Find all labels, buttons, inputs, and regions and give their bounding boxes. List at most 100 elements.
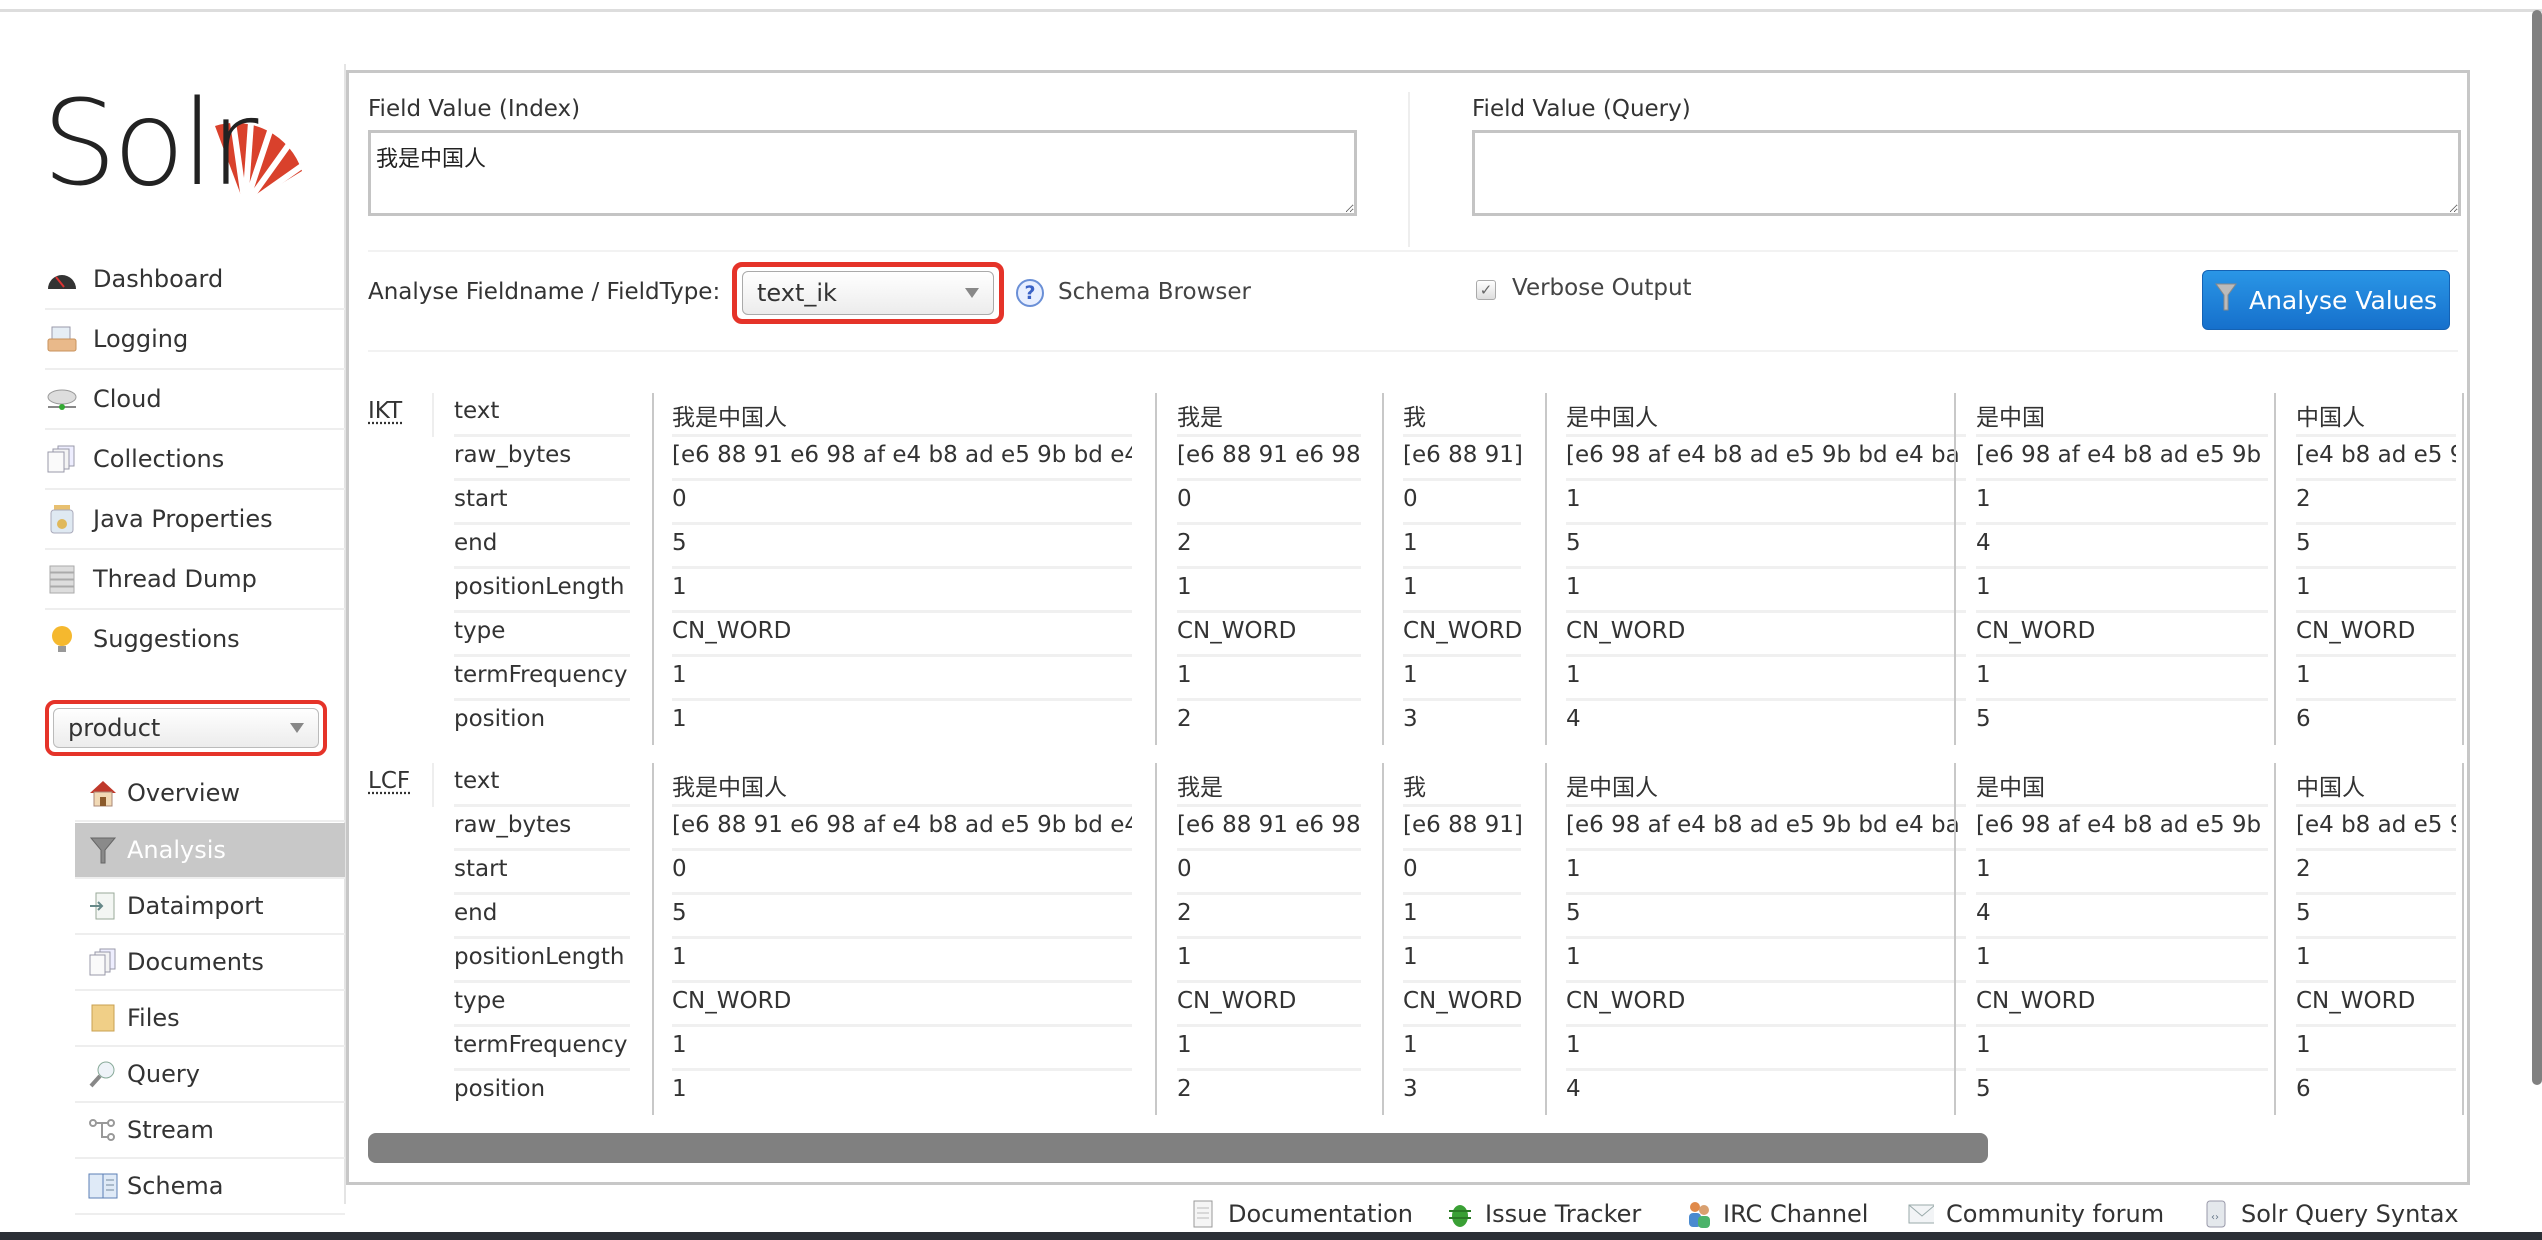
row-divider <box>2296 1024 2456 1027</box>
row-divider <box>1976 654 2268 657</box>
stage-divider <box>432 393 434 437</box>
row-divider <box>1976 892 2268 895</box>
row-divider <box>454 804 630 807</box>
token-position: 2 <box>1177 1076 1192 1102</box>
sidebar-item-java-properties[interactable]: Java Properties <box>45 490 345 550</box>
scroll-icon: ‹› <box>2203 1199 2229 1229</box>
row-divider <box>672 1068 1132 1071</box>
footer-link-issue-tracker[interactable]: Issue Tracker <box>1447 1198 1641 1230</box>
core-menu-query[interactable]: Query <box>75 1047 345 1103</box>
divider <box>368 250 2458 252</box>
row-divider <box>454 610 630 613</box>
row-divider <box>1403 804 1521 807</box>
core-menu-stream[interactable]: Stream <box>75 1103 345 1159</box>
token-column-divider <box>1382 393 1384 745</box>
stage-name-lcf[interactable]: LCF <box>368 768 410 794</box>
token-type: CN_WORD <box>1566 618 1686 644</box>
query-field-input[interactable] <box>1472 130 2461 216</box>
token-column-divider <box>2274 393 2276 745</box>
token-type: CN_WORD <box>1976 618 2096 644</box>
core-menu-label: Dataimport <box>127 892 264 920</box>
row-divider <box>1403 936 1521 939</box>
row-divider <box>672 566 1132 569</box>
collections-icon <box>45 444 79 474</box>
row-divider <box>2296 698 2456 701</box>
help-icon[interactable]: ? <box>1016 279 1044 307</box>
token-position: 5 <box>1976 706 1991 732</box>
schema-browser-link[interactable]: Schema Browser <box>1058 279 1251 305</box>
core-menu-files[interactable]: Files <box>75 991 345 1047</box>
folder-icon <box>87 1003 119 1033</box>
token-type: CN_WORD <box>2296 988 2416 1014</box>
token-termfrequency: 1 <box>672 662 687 688</box>
row-divider <box>1976 804 2268 807</box>
token-text: 中国人 <box>2296 775 2365 801</box>
logging-tray-icon <box>45 324 79 354</box>
fieldtype-select[interactable]: text_ik <box>732 262 1004 324</box>
token-text: 是中国人 <box>1566 775 1658 801</box>
core-menu-schema[interactable]: Schema <box>75 1159 345 1215</box>
sidebar-item-thread-dump[interactable]: Thread Dump <box>45 550 345 610</box>
row-divider <box>2296 434 2456 437</box>
row-divider <box>1177 610 1361 613</box>
row-divider <box>1566 434 1966 437</box>
core-menu-overview[interactable]: Overview <box>75 766 345 822</box>
footer-link-solr-query-syntax[interactable]: ‹› Solr Query Syntax <box>2203 1198 2459 1230</box>
token-termfrequency: 1 <box>2296 662 2311 688</box>
index-field-input[interactable]: 我是中国人 <box>368 130 1357 216</box>
verbose-output-checkbox[interactable]: ✓ <box>1476 280 1496 300</box>
stage-name-ikt[interactable]: IKT <box>368 398 402 424</box>
sidebar-item-dashboard[interactable]: Dashboard <box>45 250 345 310</box>
sidebar-item-cloud[interactable]: Cloud <box>45 370 345 430</box>
sidebar-item-collections[interactable]: Collections <box>45 430 345 490</box>
token-start: 0 <box>1403 486 1418 512</box>
token-column-divider <box>1545 763 1547 1115</box>
analyse-values-button[interactable]: Analyse Values <box>2202 270 2450 330</box>
row-divider <box>1566 478 1966 481</box>
token-positionlength: 1 <box>1976 944 1991 970</box>
row-divider <box>454 1024 630 1027</box>
token-termfrequency: 1 <box>1976 662 1991 688</box>
funnel-icon <box>87 835 119 865</box>
row-divider <box>454 434 630 437</box>
footer-link-documentation[interactable]: Documentation <box>1190 1198 1413 1230</box>
token-positionlength: 1 <box>1403 944 1418 970</box>
row-divider <box>1566 892 1966 895</box>
token-column-divider <box>2274 763 2276 1115</box>
row-divider <box>1177 892 1361 895</box>
core-menu-label: Files <box>127 1004 180 1032</box>
token-positionlength: 1 <box>672 574 687 600</box>
token-raw-bytes: [e6 88 91] <box>1403 442 1521 468</box>
horizontal-scrollbar[interactable] <box>368 1133 1988 1163</box>
token-start: 1 <box>1976 856 1991 882</box>
token-type: CN_WORD <box>672 618 792 644</box>
sidebar-item-suggestions[interactable]: Suggestions <box>45 610 345 668</box>
token-end: 4 <box>1976 530 1991 556</box>
row-divider <box>2296 522 2456 525</box>
token-type: CN_WORD <box>1976 988 2096 1014</box>
row-divider <box>1403 848 1521 851</box>
core-menu-analysis[interactable]: Analysis <box>75 823 345 879</box>
token-raw-bytes: [e6 98 af e4 b8 ad e5 9b bd e4 ba ba] <box>1566 812 1966 838</box>
attribute-name: text <box>454 768 500 794</box>
core-menu-label: Schema <box>127 1172 224 1200</box>
token-raw-bytes: [e4 b8 ad e5 9b <box>2296 812 2456 838</box>
vertical-scrollbar[interactable] <box>2532 10 2542 1085</box>
logo-text: Solr <box>42 74 258 212</box>
token-column-divider <box>1954 393 1956 745</box>
footer-link-label: IRC Channel <box>1723 1200 1869 1228</box>
row-divider <box>672 434 1132 437</box>
sidebar-item-logging[interactable]: Logging <box>45 310 345 370</box>
solr-logo[interactable]: Solr <box>40 65 332 212</box>
table-right-border <box>2462 393 2464 745</box>
core-menu-documents[interactable]: Documents <box>75 935 345 991</box>
attribute-name: text <box>454 398 500 424</box>
envelope-icon <box>1908 1199 1934 1229</box>
token-position: 3 <box>1403 1076 1418 1102</box>
row-divider <box>1403 1024 1521 1027</box>
attribute-name: type <box>454 988 506 1014</box>
footer-link-community-forum[interactable]: Community forum <box>1908 1198 2164 1230</box>
footer-link-irc-channel[interactable]: IRC Channel <box>1685 1198 1868 1230</box>
core-menu-dataimport[interactable]: Dataimport <box>75 879 345 935</box>
core-selector[interactable]: product <box>45 700 327 756</box>
